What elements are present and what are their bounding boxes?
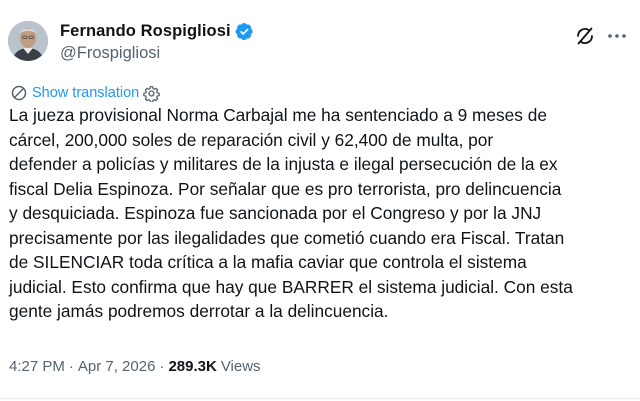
views-label: Views: [220, 358, 261, 375]
more-options-icon[interactable]: [606, 28, 628, 44]
show-translation-link[interactable]: Show translation: [32, 85, 139, 101]
verified-badge-icon[interactable]: [235, 22, 254, 41]
author-name-row: Fernando Rospigliosi: [60, 20, 254, 42]
show-translation-row[interactable]: Show translation: [10, 83, 160, 103]
tweet-time[interactable]: 4:27 PM: [9, 358, 65, 375]
gear-icon[interactable]: [143, 85, 160, 102]
tweet-date[interactable]: Apr 7, 2026: [78, 358, 156, 375]
author-handle[interactable]: @Frospigliosi: [60, 44, 254, 63]
divider: [0, 398, 640, 399]
avatar[interactable]: [8, 21, 48, 61]
views-count: 289.3K: [168, 358, 217, 375]
author-display-name[interactable]: Fernando Rospigliosi: [60, 22, 231, 41]
meta-separator: ·: [68, 358, 74, 375]
translate-icon: [11, 85, 27, 101]
tweet-text: La jueza provisional Norma Carbajal me h…: [9, 105, 573, 321]
tweet-meta: 4:27 PM · Apr 7, 2026 · 289.3K Views: [9, 358, 261, 375]
tweet-card: Fernando Rospigliosi @Frospigliosi Show …: [0, 0, 640, 401]
meta-separator: ·: [159, 358, 165, 375]
author-block: Fernando Rospigliosi @Frospigliosi: [60, 20, 254, 63]
profile-photo-icon: [8, 21, 48, 61]
grok-icon[interactable]: [575, 26, 595, 46]
